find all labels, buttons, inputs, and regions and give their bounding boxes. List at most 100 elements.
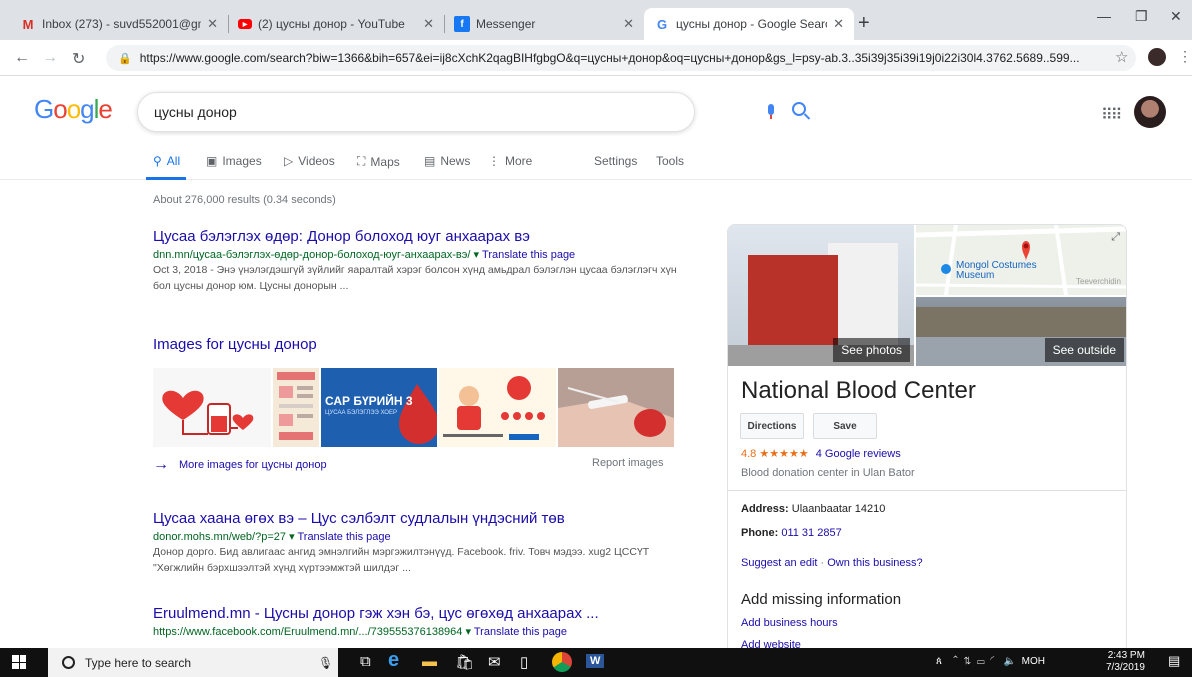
store-icon[interactable]: 🛍 — [455, 653, 474, 671]
word-icon[interactable]: W — [586, 654, 605, 668]
tab-label: More — [505, 154, 533, 168]
battery-icon[interactable]: ▭ — [977, 656, 985, 667]
tab-images[interactable]: ▣ Images — [206, 154, 262, 168]
notifications-icon[interactable]: ▤ — [1168, 653, 1180, 669]
chevron-up-icon[interactable]: ⌃ — [953, 656, 958, 667]
phone-link[interactable]: 011 31 2857 — [781, 527, 841, 539]
result-title-link[interactable]: Eruulmend.mn - Цусны донор гэж хэн бэ, ц… — [153, 605, 693, 622]
tab-messenger[interactable]: f Messenger ✕ — [444, 8, 644, 40]
result-title-link[interactable]: Цусаа бэлэглэх өдөр: Донор болоход юуг а… — [153, 228, 693, 245]
thumbnail-caption: САР БҮРИЙН 3 — [325, 394, 413, 408]
chrome-icon[interactable] — [552, 652, 572, 672]
search-icon[interactable] — [792, 102, 806, 116]
map-road-label: Teeverchidin — [1076, 277, 1121, 286]
dropdown-arrow-icon[interactable]: ▾ — [465, 626, 471, 638]
tab-maps[interactable]: ⛶ Maps — [357, 154, 400, 169]
tab-youtube[interactable]: ▶ (2) цусны донор - YouTube ✕ — [228, 8, 444, 40]
knowledge-panel: See photos Mongol Costumes Museum Teever… — [727, 224, 1127, 654]
taskbar-search[interactable]: Type here to search 🎙 — [48, 648, 338, 677]
images-heading-link[interactable]: Images for цусны донор — [153, 336, 317, 353]
url-text: https://www.google.com/search?biw=1366&b… — [139, 51, 1080, 65]
forward-icon[interactable]: → — [42, 49, 58, 67]
image-thumbnail[interactable]: САР БҮРИЙН 3 ЦУСАА БЭЛЭГЛЭЭ ХОЕР — [321, 368, 437, 447]
report-images-link[interactable]: Report images — [592, 457, 664, 469]
language-indicator[interactable]: МОН — [1022, 656, 1045, 667]
apps-grid-icon[interactable]: ⠿⠿ — [1101, 105, 1122, 125]
street-view-photo[interactable]: See outside — [916, 297, 1126, 366]
place-photo[interactable]: See photos — [728, 225, 914, 366]
see-photos-button[interactable]: See photos — [833, 338, 910, 362]
tab-videos[interactable]: ▷ Videos — [284, 154, 335, 168]
lock-icon: 🔒 — [118, 52, 132, 65]
search-box — [137, 92, 806, 132]
account-avatar[interactable] — [1134, 96, 1166, 128]
tools-link[interactable]: Tools — [656, 154, 684, 168]
chrome-menu-icon[interactable]: ⋮ — [1178, 48, 1192, 65]
clock[interactable]: 2:43 PM 7/3/2019 — [1106, 650, 1145, 674]
translate-link[interactable]: Translate this page — [297, 531, 390, 543]
file-explorer-icon[interactable]: ▬ — [422, 653, 437, 670]
address-line: Address: Ulaanbaatar 14210 — [741, 503, 885, 515]
directions-button[interactable]: Directions — [740, 413, 804, 439]
own-business-link[interactable]: Own this business? — [827, 557, 922, 569]
minimize-icon[interactable]: — — [1097, 8, 1111, 24]
close-tab-icon[interactable]: ✕ — [423, 16, 434, 32]
volume-icon[interactable]: 🔈 — [1004, 656, 1016, 667]
microphone-icon[interactable] — [766, 104, 776, 120]
windows-start-icon[interactable] — [12, 655, 26, 669]
tab-label: All — [166, 154, 181, 168]
translate-link[interactable]: Translate this page — [482, 249, 575, 261]
see-outside-button[interactable]: See outside — [1044, 338, 1124, 362]
new-tab-button[interactable]: + — [858, 12, 870, 35]
star-icon: ★★★★★ — [759, 448, 809, 460]
mail-icon[interactable]: ✉ — [488, 653, 501, 671]
task-view-icon[interactable]: ⧉ — [360, 653, 371, 670]
image-thumbnail[interactable] — [273, 368, 319, 447]
wifi-icon[interactable]: ◜ — [990, 656, 998, 667]
tab-title: Inbox (273) - suvd552001@gmail.com — [42, 17, 201, 31]
bookmark-star-icon[interactable]: ☆ — [1115, 48, 1128, 66]
image-thumbnail[interactable] — [153, 368, 271, 447]
edge-icon[interactable]: e — [388, 649, 399, 672]
dropdown-arrow-icon[interactable]: ▾ — [289, 531, 295, 543]
search-result: Цусаа хаана өгөх вэ – Цус сэлбэлт судлал… — [153, 510, 693, 576]
result-title-link[interactable]: Цусаа хаана өгөх вэ – Цус сэлбэлт судлал… — [153, 510, 693, 527]
edit-links: Suggest an edit · Own this business? — [741, 557, 923, 569]
more-images-link[interactable]: → More images for цусны донор — [153, 456, 327, 474]
address-bar[interactable]: 🔒 https://www.google.com/search?biw=1366… — [106, 45, 1136, 71]
restore-icon[interactable]: ❐ — [1135, 8, 1148, 25]
close-tab-icon[interactable]: ✕ — [623, 16, 634, 32]
expand-map-icon[interactable]: ⤢ — [1111, 231, 1120, 244]
settings-link[interactable]: Settings — [594, 154, 637, 168]
tab-all[interactable]: ⚲ All — [153, 154, 180, 168]
close-window-icon[interactable]: ✕ — [1170, 8, 1182, 25]
image-thumbnail[interactable] — [558, 368, 674, 447]
facebook-icon: f — [454, 16, 470, 32]
back-icon[interactable]: ← — [14, 49, 30, 67]
address-toolbar: ← → ↻ 🔒 https://www.google.com/search?bi… — [0, 40, 1192, 76]
add-hours-link[interactable]: Add business hours — [741, 617, 838, 629]
save-button[interactable]: Save — [813, 413, 877, 439]
search-tabs: ⚲ All ▣ Images ▷ Videos ⛶ Maps ▤ News ⋮ … — [0, 148, 1192, 180]
close-tab-icon[interactable]: ✕ — [207, 16, 218, 32]
reload-icon[interactable]: ↻ — [72, 49, 85, 69]
tab-gmail[interactable]: M Inbox (273) - suvd552001@gmail.com ✕ — [10, 8, 228, 40]
people-icon[interactable]: ጰ — [936, 656, 942, 667]
place-map[interactable]: Mongol Costumes Museum Teeverchidin ⤢ — [916, 225, 1126, 295]
translate-link[interactable]: Translate this page — [474, 626, 567, 638]
chrome-profile-avatar[interactable] — [1148, 48, 1166, 66]
image-thumbnail[interactable] — [439, 368, 556, 447]
suggest-edit-link[interactable]: Suggest an edit — [741, 557, 817, 569]
tab-google-search[interactable]: G цусны донор - Google Search ✕ — [644, 8, 854, 40]
document-icon[interactable]: ▯ — [520, 653, 528, 671]
microphone-icon[interactable]: 🎙 — [318, 656, 333, 670]
close-tab-icon[interactable]: ✕ — [833, 16, 844, 32]
network-icon[interactable]: ⇅ — [963, 656, 971, 667]
tab-more[interactable]: ⋮ More — [488, 154, 532, 168]
result-url: donor.mohs.mn/web/?p=27 ▾ Translate this… — [153, 530, 693, 543]
search-input[interactable] — [154, 104, 594, 120]
tab-news[interactable]: ▤ News — [424, 154, 470, 168]
dropdown-arrow-icon[interactable]: ▾ — [473, 249, 479, 261]
google-logo[interactable]: Google — [34, 94, 113, 125]
reviews-link[interactable]: 4 Google reviews — [816, 448, 901, 460]
